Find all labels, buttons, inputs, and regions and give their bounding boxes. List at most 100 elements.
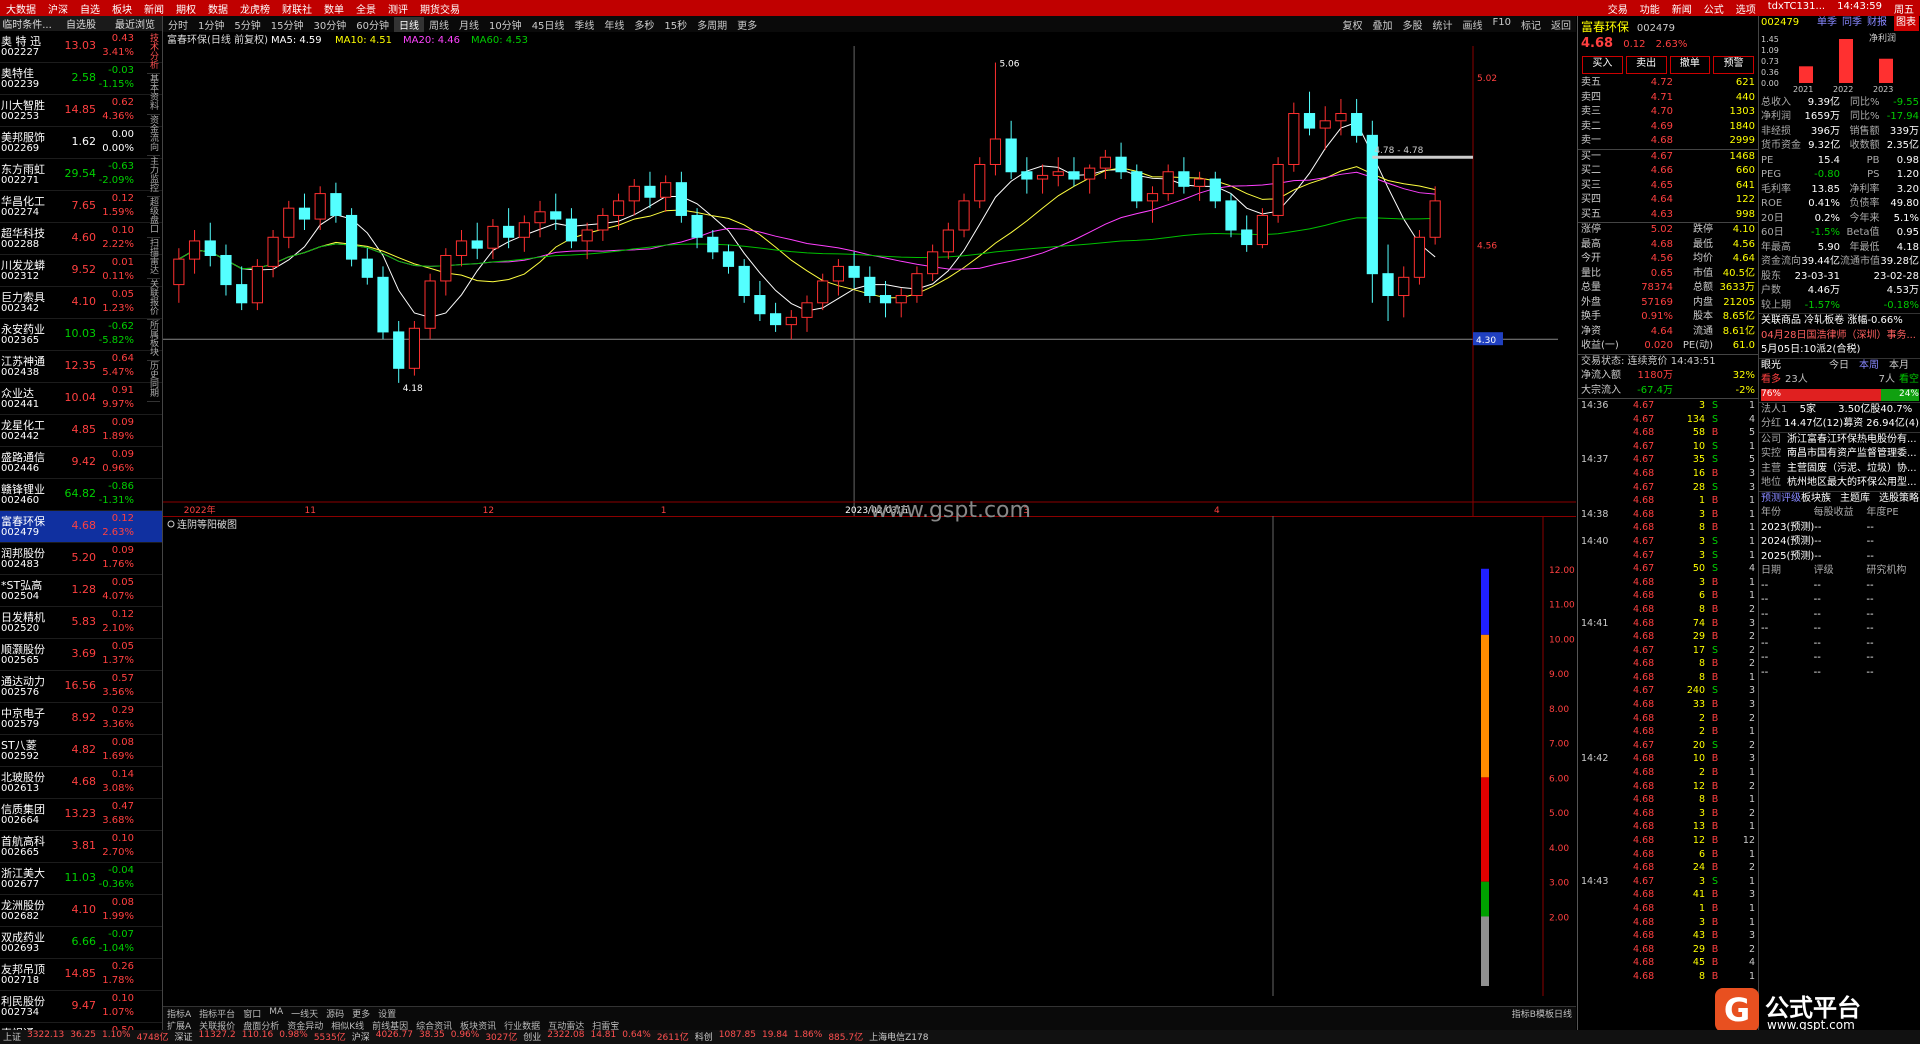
period-tab[interactable]: 60分钟 [351,17,394,32]
toolbar-action[interactable]: 统计 [1428,17,1458,32]
period-tab[interactable]: 多秒 [629,17,659,32]
top-menu-item[interactable]: 自选 [74,1,106,16]
vertical-tab[interactable]: 历史同期 [147,361,160,402]
watchlist-row[interactable]: 东方雨虹 002271 29.54 -0.63 -2.09% [0,159,162,191]
top-menu-right-item[interactable]: 交易 [1602,1,1634,16]
watchlist-row[interactable]: 川发龙蟒 002312 9.52 0.01 0.11% [0,255,162,287]
watchlist-row[interactable]: ST八菱 002592 4.82 0.08 1.69% [0,735,162,767]
forecast-tab[interactable]: 选股策略 [1879,492,1919,507]
top-menu-item[interactable]: 期权 [170,1,202,16]
watchlist-row[interactable]: 永安药业 002365 10.03 -0.62 -5.82% [0,319,162,351]
watchlist-tab[interactable]: 最近浏览 [108,16,162,31]
period-tab[interactable]: 15秒 [659,17,692,32]
sentiment-tab[interactable]: 本周 [1859,359,1889,374]
watchlist-row[interactable]: 顺灏股份 002565 3.69 0.05 1.37% [0,639,162,671]
forecast-tab[interactable]: 板块族 [1801,492,1840,507]
indicator-tab[interactable]: MA [265,1007,287,1019]
f10-tab[interactable]: 同季 [1842,16,1863,31]
f10-tab[interactable]: 单季 [1817,16,1838,31]
period-tab[interactable]: 更多 [732,17,762,32]
top-menu-item[interactable]: 测评 [382,1,414,16]
watchlist-row[interactable]: 双成药业 002693 6.66 -0.07 -1.04% [0,927,162,959]
indicator-chart[interactable]: 连阴等阳破图 12.00 11.00 10.00 9.00 8.00 7.00 6.00 5.… [163,516,1576,996]
top-menu-item[interactable]: 板块 [106,1,138,16]
indicator-tab[interactable]: 一线天 [287,1007,322,1020]
indicator-tab[interactable]: 模板 [1536,1007,1554,1020]
indicator-tab[interactable]: 日线 [1554,1007,1572,1020]
top-menu-item[interactable]: 数据 [202,1,234,16]
watchlist-tab[interactable]: 临时条件... [0,16,54,31]
top-menu-item[interactable]: 期货交易 [414,1,466,16]
watchlist-row[interactable]: 首航高科 002665 3.81 0.10 2.70% [0,831,162,863]
watchlist-row[interactable]: 富春环保 002479 4.68 0.12 2.63% [0,511,162,543]
top-menu-item[interactable]: 沪深 [42,1,74,16]
f10-chart-button[interactable]: 图表 [1894,16,1919,31]
news-item[interactable]: 关联商品 冷轧板卷 涨幅-0.66% [1759,314,1920,329]
indicator-tab[interactable]: 窗口 [239,1007,265,1020]
watchlist-row[interactable]: 通达动力 002576 16.56 0.57 3.56% [0,671,162,703]
toolbar-action[interactable]: 画线 [1458,17,1488,32]
period-tab[interactable]: 45日线 [527,17,570,32]
period-tab[interactable]: 30分钟 [308,17,351,32]
watchlist-row[interactable]: 信质集团 002664 13.23 0.47 3.68% [0,799,162,831]
watchlist-row[interactable]: 盛路通信 002446 9.42 0.09 0.96% [0,447,162,479]
sentiment-tab[interactable]: 本月 [1889,359,1919,374]
watchlist-row[interactable]: 众业达 002441 10.04 0.91 9.97% [0,383,162,415]
watchlist-row[interactable]: 美邦服饰 002269 1.62 0.00 0.00% [0,127,162,159]
top-menu-right-item[interactable]: 周五 [1888,1,1920,16]
vertical-tab[interactable]: 资金流向 [147,115,160,156]
forecast-tab[interactable]: 主题库 [1840,492,1879,507]
vertical-tab[interactable]: 基本资料 [147,74,160,115]
watchlist-row[interactable]: 赣锋锂业 002460 64.82 -0.86 -1.31% [0,479,162,511]
vertical-tab[interactable]: 超级盘口 [147,197,160,238]
watchlist-row[interactable]: 川大智胜 002253 14.85 0.62 4.36% [0,95,162,127]
toolbar-action[interactable]: 多股 [1398,17,1428,32]
indicator-tab[interactable]: 指标平台 [195,1007,239,1020]
top-menu-item[interactable]: 龙虎榜 [234,1,276,16]
watchlist-row[interactable]: 巨力索具 002342 4.10 0.05 1.23% [0,287,162,319]
watchlist-row[interactable]: 华昌化工 002274 7.65 0.12 1.59% [0,191,162,223]
watchlist-row[interactable]: 日发精机 002520 5.83 0.12 2.10% [0,607,162,639]
toolbar-action[interactable]: 复权 [1338,17,1368,32]
toolbar-action[interactable]: 返回 [1546,17,1576,32]
sentiment-tab[interactable]: 今日 [1829,359,1859,374]
toolbar-action[interactable]: F10 [1488,17,1516,32]
top-menu-right-item[interactable]: 功能 [1634,1,1666,16]
top-menu-item[interactable]: 新闻 [138,1,170,16]
indicator-tab[interactable]: 更多 [348,1007,374,1020]
watchlist-row[interactable]: 北玻股份 002613 4.68 0.14 3.08% [0,767,162,799]
period-tab[interactable]: 月线 [454,17,484,32]
period-tab[interactable]: 分时 [163,17,193,32]
toolbar-action[interactable]: 叠加 [1368,17,1398,32]
top-menu-right-item[interactable]: 14:43:59 [1831,1,1888,16]
watchlist-row[interactable]: 超华科技 002288 4.60 0.10 2.22% [0,223,162,255]
top-menu-item[interactable]: 数单 [318,1,350,16]
f10-tab[interactable]: 财报 [1867,16,1888,31]
indicator-tab[interactable]: 指标B [1512,1007,1536,1020]
trade-button[interactable]: 撤单 [1669,56,1711,74]
period-tab[interactable]: 15分钟 [266,17,309,32]
vertical-tab[interactable]: 关联报价 [147,279,160,320]
indicator-tab[interactable]: 指标A [163,1007,195,1020]
top-menu-item[interactable]: 全景 [350,1,382,16]
period-tab[interactable]: 周线 [424,17,454,32]
trade-button[interactable]: 买入 [1582,56,1623,74]
watchlist-row[interactable]: 奥 特 迅 002227 13.03 0.43 3.41% [0,31,162,63]
news-item[interactable]: 04月28日国浩律师（深圳）事务... [1759,329,1920,344]
vertical-tab[interactable]: 所属板块 [147,320,160,361]
period-tab[interactable]: 5分钟 [229,17,265,32]
toolbar-action[interactable]: 标记 [1516,17,1546,32]
forecast-tab[interactable]: 预测评级 [1761,492,1801,507]
vertical-tab[interactable]: 扫描雷达 [147,238,160,279]
watchlist-row[interactable]: 中京电子 002579 8.92 0.29 3.36% [0,703,162,735]
top-menu-right-item[interactable]: tdxTC131... [1762,1,1831,16]
vertical-tab[interactable]: 技术分析 [147,33,160,74]
watchlist-row[interactable]: 友邦吊顶 002718 14.85 0.26 1.78% [0,959,162,991]
top-menu-right-item[interactable]: 新闻 [1666,1,1698,16]
kline-chart[interactable]: 富春环保(日线 前复权) MA5: 4.59 MA10: 4.51 MA20: … [163,32,1576,516]
watchlist-row[interactable]: 龙星化工 002442 4.85 0.09 1.89% [0,415,162,447]
period-tab[interactable]: 季线 [569,17,599,32]
top-menu-item[interactable]: 财联社 [276,1,318,16]
watchlist-row[interactable]: *ST弘高 002504 1.28 0.05 4.07% [0,575,162,607]
watchlist-row[interactable]: 真视通00277111.970.504.36% [0,1023,162,1030]
